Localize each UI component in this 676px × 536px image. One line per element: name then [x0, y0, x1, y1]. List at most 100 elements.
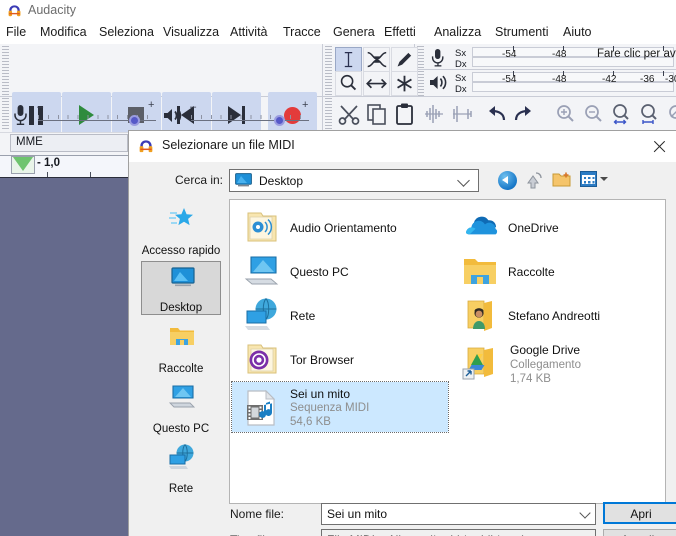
menu-effetti[interactable]: Effetti — [384, 25, 416, 39]
menu-aiuto[interactable]: Aiuto — [563, 25, 592, 39]
file-name: OneDrive — [508, 221, 559, 235]
redo-button[interactable] — [510, 100, 538, 128]
cut-button[interactable] — [335, 100, 363, 128]
selection-tool-button[interactable] — [335, 47, 362, 72]
place-desktop[interactable]: Desktop — [141, 261, 221, 315]
close-icon[interactable] — [649, 137, 671, 157]
list-item[interactable]: OneDrive — [452, 208, 662, 248]
multi-tool-button[interactable] — [391, 71, 418, 96]
network-globe-icon — [245, 298, 277, 330]
menu-modifica[interactable]: Modifica — [40, 25, 87, 39]
menu-genera[interactable]: Genera — [333, 25, 375, 39]
menu-tracce[interactable]: Tracce — [283, 25, 321, 39]
look-in-value: Desktop — [259, 174, 304, 188]
look-in-label: Cerca in: — [175, 173, 224, 187]
mixer-toolbar-grip[interactable] — [2, 98, 9, 130]
scissors-icon — [338, 105, 360, 125]
file-name: Audio Orientamento — [290, 221, 397, 235]
playback-slider-track[interactable] — [191, 120, 309, 121]
onedrive-cloud-icon — [466, 216, 498, 235]
play-meter-tick-30: -30 — [665, 74, 676, 85]
playback-volume-slider-thumb[interactable] — [274, 115, 285, 126]
list-item[interactable]: Sei un mito Sequenza MIDI 54,6 KB — [231, 381, 449, 433]
menu-analizza[interactable]: Analizza — [434, 25, 481, 39]
libraries-folder-icon — [170, 328, 194, 345]
edit-toolbar-grip[interactable] — [325, 98, 332, 130]
toolbar-vsep-2 — [322, 97, 323, 130]
zoom-in-button[interactable] — [551, 100, 579, 128]
views-button[interactable] — [580, 171, 597, 187]
record-meter-hint: Fare clic per avvia — [597, 48, 676, 60]
up-one-level-button[interactable] — [526, 171, 544, 190]
list-item[interactable]: Raccolte — [452, 252, 662, 292]
paste-button[interactable] — [391, 100, 419, 128]
new-folder-button[interactable] — [552, 171, 572, 188]
recording-slider-plus: + — [148, 99, 155, 111]
menu-attivita[interactable]: Attività — [230, 25, 268, 39]
recmeter-toolbar-grip[interactable] — [417, 46, 424, 69]
fit-selection-button[interactable] — [607, 100, 635, 128]
menu-file[interactable]: File — [6, 25, 26, 39]
list-item[interactable]: Rete — [234, 296, 444, 336]
place-rete[interactable]: Rete — [141, 441, 221, 495]
desktop-monitor-icon — [171, 267, 195, 287]
screen: Audacity File Modifica Seleziona Visuali… — [0, 0, 676, 536]
open-button[interactable]: Apri — [603, 502, 676, 524]
trim-audio-button[interactable] — [420, 100, 448, 128]
menu-seleziona[interactable]: Seleziona — [99, 25, 154, 39]
audacity-title-text: Audacity — [28, 3, 76, 17]
tools-toolbar-grip[interactable] — [325, 46, 332, 96]
draw-tool-button[interactable] — [391, 47, 418, 72]
audacity-headphones-icon — [8, 5, 21, 17]
desktop-monitor-icon — [235, 173, 252, 187]
places-bar: Accesso rapido Desktop Raccolte Questo P… — [135, 203, 227, 503]
play-meter-tick-36: -36 — [640, 74, 655, 85]
cancel-button[interactable]: Annulla — [603, 529, 676, 536]
record-meter-left-label: Sx — [455, 48, 467, 59]
transport-toolbar-grip[interactable] — [2, 46, 9, 96]
google-drive-shortcut-icon — [462, 347, 493, 380]
this-pc-icon — [168, 385, 196, 408]
microphone-icon — [14, 105, 27, 125]
list-item[interactable]: Audio Orientamento — [234, 208, 444, 248]
playmeter-toolbar-grip[interactable] — [417, 71, 424, 96]
quick-access-star-icon — [169, 208, 193, 226]
play-meter-right-label: Dx — [455, 84, 467, 95]
place-label: Rete — [168, 483, 194, 495]
envelope-tool-button[interactable] — [363, 47, 390, 72]
undo-arrow-icon — [489, 106, 506, 121]
record-meter-tick-48: -48 — [552, 49, 567, 60]
silence-audio-button[interactable] — [448, 100, 476, 128]
place-raccolte[interactable]: Raccolte — [141, 321, 221, 375]
views-dropdown-arrow-icon[interactable] — [600, 177, 608, 181]
zoom-out-button[interactable] — [579, 100, 607, 128]
place-accesso-rapido[interactable]: Accesso rapido — [141, 203, 221, 257]
list-item[interactable]: Tor Browser — [234, 340, 444, 380]
menu-strumenti[interactable]: Strumenti — [495, 25, 549, 39]
record-meter-right-label: Dx — [455, 59, 467, 70]
copy-button[interactable] — [363, 100, 391, 128]
this-pc-icon — [244, 256, 279, 285]
file-size: 54,6 KB — [290, 416, 331, 428]
audio-host-value: MME — [16, 136, 43, 148]
toolbar-vsep-1 — [322, 44, 323, 96]
fit-project-button[interactable] — [635, 100, 663, 128]
file-name-label: Nome file: — [230, 507, 285, 521]
back-button[interactable] — [498, 171, 517, 190]
file-name: Questo PC — [290, 265, 349, 279]
record-meter-tick-54: -54 — [502, 49, 517, 60]
recording-volume-slider-thumb[interactable] — [129, 115, 140, 126]
file-list[interactable]: Audio Orientamento Questo PC Rete Tor Br… — [229, 199, 666, 504]
zoom-toggle-button[interactable] — [663, 100, 676, 128]
list-item[interactable]: Questo PC — [234, 252, 444, 292]
magnifier-icon — [340, 74, 357, 91]
track-panel-background — [0, 177, 128, 536]
undo-button[interactable] — [482, 100, 510, 128]
list-item[interactable]: Google Drive Collegamento 1,74 KB — [452, 340, 662, 390]
menu-visualizza[interactable]: Visualizza — [163, 25, 219, 39]
zoom-out-icon — [585, 105, 602, 122]
zoom-tool-button[interactable] — [335, 71, 362, 96]
list-item[interactable]: Stefano Andreotti — [452, 296, 662, 336]
place-questo-pc[interactable]: Questo PC — [141, 381, 221, 435]
timeshift-tool-button[interactable] — [363, 71, 390, 96]
